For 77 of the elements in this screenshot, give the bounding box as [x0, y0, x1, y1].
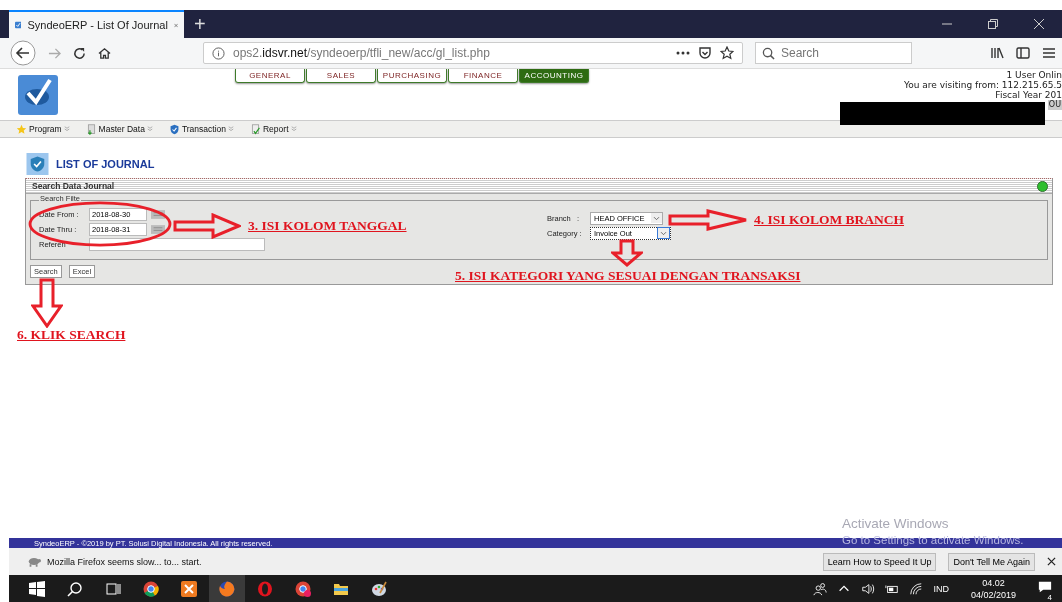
annotation-text: 4. ISI KOLOM BRANCH [754, 212, 905, 228]
palette-icon[interactable] [371, 580, 387, 597]
circle-app-icon[interactable] [295, 580, 311, 597]
clock-date: 04/02/2019 [970, 588, 1016, 601]
wifi-icon[interactable] [909, 581, 924, 596]
arrow-annotation [173, 213, 241, 239]
clock[interactable]: 04.02 04/02/2019 [970, 576, 1016, 601]
chevron-down-icon [228, 126, 234, 132]
download-icon [85, 123, 97, 135]
restore-icon[interactable] [988, 19, 998, 29]
user-info-text: 1 User Onlin [1006, 70, 1062, 80]
arrow-annotation [611, 239, 643, 267]
chevron-down-icon [290, 126, 297, 132]
annotation-text: 5. ISI KATEGORI YANG SESUAI DENGAN TRANSAKSI [455, 268, 801, 284]
document-check-icon [250, 123, 261, 135]
search-icon[interactable] [67, 580, 83, 597]
windows-start-icon[interactable] [29, 580, 45, 597]
menu-item[interactable]: Transaction [168, 123, 234, 135]
menu-item[interactable]: Program [16, 123, 70, 135]
module-tab[interactable]: GENERAL [235, 69, 305, 83]
logout-button[interactable]: OU [1047, 100, 1062, 110]
logo-icon [18, 75, 58, 115]
arrow-annotation [31, 278, 63, 328]
star-icon [16, 123, 27, 135]
browser-tab[interactable]: SyndeoERP - List Of Journal [9, 10, 184, 38]
new-tab-button[interactable]: + [184, 10, 216, 38]
close-icon[interactable] [1047, 557, 1056, 566]
people-icon[interactable] [813, 581, 828, 596]
clock-time: 04.02 [982, 576, 1005, 589]
annotation-text: 6. KLIK SEARCH [17, 327, 126, 343]
user-info-text: Fiscal Year 201 [995, 90, 1062, 100]
menu-item[interactable]: Master Data [85, 123, 153, 135]
calendar-icon[interactable] [151, 209, 165, 219]
chevron-down-icon [63, 126, 70, 132]
back-icon[interactable] [10, 40, 36, 66]
star-icon[interactable] [720, 46, 734, 60]
reload-icon[interactable] [73, 46, 86, 60]
chevron-down-icon [146, 126, 153, 132]
notification-button[interactable]: Learn How to Speed It Up [822, 552, 937, 571]
home-icon[interactable] [98, 46, 111, 60]
annotation-text: 3. ISI KOLOM TANGGAL [248, 218, 407, 234]
square-app-icon[interactable] [181, 580, 197, 597]
circle-app-icon[interactable] [143, 580, 159, 597]
info-icon [212, 46, 225, 60]
language-indicator[interactable]: IND [933, 583, 949, 594]
dropdown-arrow-icon [651, 213, 662, 223]
page-title: LIST OF JOURNAL [56, 158, 155, 170]
shield-icon [25, 153, 50, 175]
fox-globe-icon[interactable] [219, 580, 235, 597]
search-icon [762, 46, 775, 60]
calendar-icon[interactable] [151, 224, 165, 234]
sidebar-icon[interactable] [1016, 46, 1030, 60]
activation-notice: Activate Windows [842, 516, 950, 531]
user-info-text: You are visiting from: 112.215.65.5 [903, 80, 1062, 90]
panel-title: Search Data Journal [32, 181, 115, 191]
module-tab[interactable]: SALES [306, 69, 376, 83]
tab-title: SyndeoERP - List Of Journal [27, 19, 168, 31]
turtle-icon [27, 556, 41, 567]
status-light-icon [1037, 180, 1048, 192]
notification-button[interactable]: Don't Tell Me Again [948, 552, 1035, 571]
address-bar[interactable]: ops2.idsvr.net/syndeoerp/tfli_new/acc/gl_list.php [203, 42, 743, 64]
ring-app-icon[interactable] [257, 580, 273, 597]
library-icon[interactable] [990, 46, 1004, 60]
search-field[interactable]: Search [755, 42, 912, 64]
module-tab[interactable]: PURCHASING [377, 69, 447, 83]
menu-item[interactable]: Report [250, 123, 297, 135]
module-tab[interactable]: ACCOUNTING [519, 69, 589, 83]
reference-field[interactable] [89, 237, 265, 251]
action-center-icon[interactable] [1038, 579, 1052, 594]
notification-count: 4 [1045, 592, 1054, 602]
menu-icon[interactable] [1042, 46, 1056, 60]
shield-icon [168, 123, 180, 135]
module-tab[interactable]: FINANCE [448, 69, 518, 83]
speaker-icon[interactable] [861, 581, 876, 596]
notification-message: Mozilla Firefox seems slow... to... start. [47, 556, 202, 567]
pocket-icon[interactable] [698, 46, 712, 60]
task-view-icon[interactable] [105, 580, 121, 597]
